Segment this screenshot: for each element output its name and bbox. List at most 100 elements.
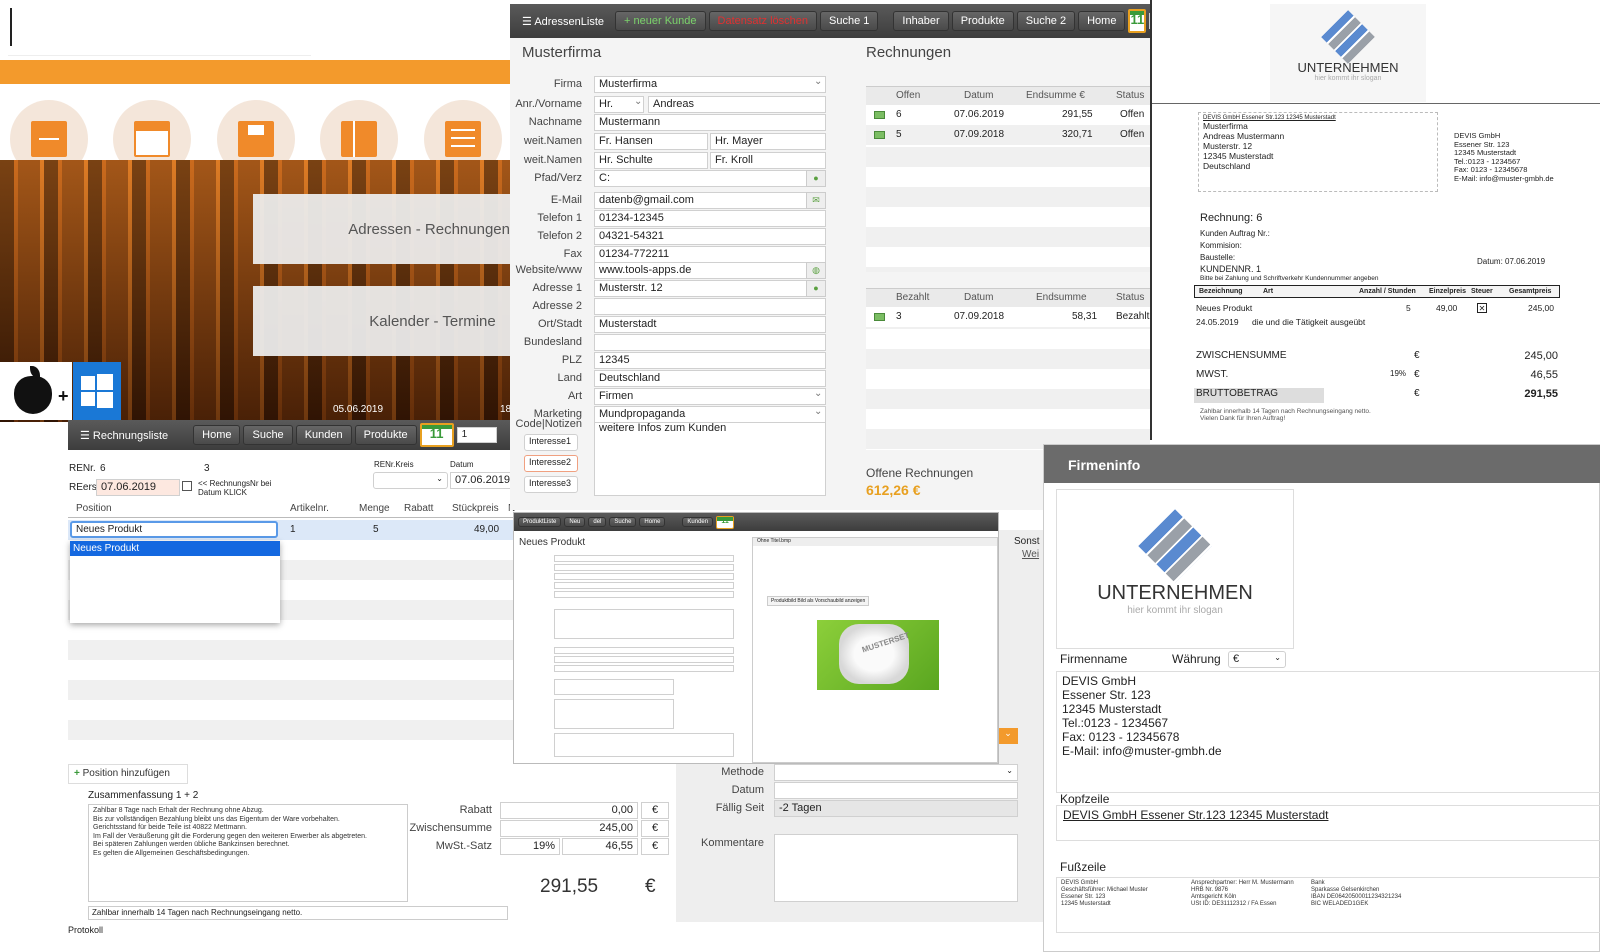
kopfzeile-field[interactable]: DEVIS GmbH Essener Str.123 12345 Musters… — [1056, 805, 1600, 841]
list-button[interactable]: ☰ Rechnungsliste — [72, 426, 176, 445]
datum-field[interactable]: 07.06.2019 — [450, 472, 514, 489]
chevron-down-icon[interactable]: ⌄ — [814, 76, 822, 87]
chevron-down-icon[interactable]: ⌄ — [814, 406, 822, 417]
field-input[interactable]: 01234-12345 — [594, 210, 826, 227]
field-input[interactable]: Musterstadt — [594, 316, 826, 333]
address-field[interactable]: DEVIS GmbH Essener Str. 123 12345 Muster… — [1056, 671, 1600, 793]
zwischensumme-field[interactable]: 245,00 — [500, 820, 638, 837]
chevron-down-icon[interactable]: ⌄ — [814, 388, 822, 399]
field-input[interactable]: Mundpropaganda — [594, 406, 826, 423]
notes-field[interactable] — [554, 733, 734, 757]
logo-box[interactable]: UNTERNEHMEN hier kommt ihr slogan — [1056, 489, 1294, 649]
position-dropdown[interactable]: Neues Produkt — [70, 541, 280, 623]
search2-button[interactable]: Suche 2 — [1016, 11, 1076, 31]
waehrung-select[interactable]: € ⌄ — [1228, 651, 1286, 668]
search1-button[interactable]: Suche 1 — [820, 11, 879, 31]
chevron-down-icon[interactable]: ⌄ — [634, 96, 642, 107]
field-input[interactable]: Fr. Hansen — [594, 133, 708, 150]
adressen-button[interactable]: Adressen - Rechnungen — [253, 194, 512, 264]
image-button[interactable]: Produktbild Bild als Vorschaubild anzeig… — [767, 596, 870, 606]
description-field[interactable] — [554, 609, 734, 639]
calendar-icon[interactable] — [182, 481, 192, 491]
folder-icon[interactable]: ● — [806, 170, 826, 187]
form-field[interactable] — [554, 582, 734, 589]
reers-field[interactable]: 07.06.2019 — [96, 479, 180, 496]
terms-text[interactable]: Zahlbar 8 Tage nach Erhalt der Rechnung … — [88, 804, 408, 902]
stock-field[interactable] — [554, 699, 674, 729]
apple-icon[interactable]: + — [0, 362, 72, 420]
form-field[interactable] — [554, 591, 734, 598]
home-button[interactable]: Home — [193, 425, 241, 445]
calendar-icon[interactable]: 11 — [1128, 9, 1147, 33]
field-input[interactable]: Musterstr. 12 — [594, 280, 826, 297]
search-box[interactable] — [8, 4, 311, 56]
mwst-rate-field[interactable]: 19% — [500, 838, 560, 855]
form-field[interactable] — [554, 555, 734, 562]
form-field[interactable] — [554, 573, 734, 580]
orange-toggle[interactable]: ⌄ — [998, 728, 1018, 744]
products-button[interactable]: Produkte — [951, 11, 1014, 31]
field-input[interactable]: Firmen — [594, 388, 826, 405]
field-input[interactable]: Musterfirma — [594, 76, 826, 93]
home-button[interactable]: Home — [639, 517, 666, 527]
calendar-icon[interactable]: 11 — [419, 423, 454, 447]
interesse1[interactable]: Interesse1 — [524, 434, 578, 451]
field-input-2[interactable]: Andreas — [648, 96, 826, 113]
datum-field[interactable] — [774, 782, 1018, 799]
form-field[interactable] — [554, 564, 734, 571]
field-input[interactable] — [594, 334, 826, 351]
field-input[interactable]: 12345 — [594, 352, 826, 369]
owner-button[interactable]: Inhaber — [893, 11, 949, 31]
customers-button[interactable]: Kunden — [295, 425, 352, 445]
field-input[interactable]: Hr. Schulte — [594, 152, 708, 169]
kalender-button[interactable]: Kalender - Termine — [253, 286, 512, 356]
field-input-2[interactable]: Hr. Mayer — [710, 133, 826, 150]
table-row[interactable]: 3 07.09.2018 58,31 Bezahlt — [866, 307, 1150, 327]
field-input[interactable] — [594, 298, 826, 315]
delete-button[interactable]: del — [588, 517, 607, 527]
form-field[interactable] — [554, 647, 734, 654]
renr-kreis-select[interactable]: ⌄ — [373, 472, 448, 489]
form-field[interactable] — [554, 656, 734, 663]
methode-select[interactable]: ⌄ — [774, 764, 1018, 781]
new-customer-button[interactable]: + neuer Kunde — [615, 11, 706, 31]
adressenliste-button[interactable]: ☰ AdressenListe — [514, 12, 612, 31]
globe-icon[interactable]: ◍ — [806, 262, 826, 279]
table-row[interactable]: 6 07.06.2019 291,55 Offen — [866, 105, 1150, 125]
home-button[interactable]: Home — [1078, 11, 1126, 31]
field-input[interactable]: datenb@gmail.com — [594, 192, 826, 209]
page-field[interactable]: 1 — [456, 427, 497, 443]
field-input[interactable]: C: — [594, 170, 826, 187]
mwst-field[interactable]: 46,55 — [562, 838, 638, 855]
search-button[interactable]: Suche — [609, 517, 637, 527]
field-input-2[interactable]: Fr. Kroll — [710, 152, 826, 169]
interesse3[interactable]: Interesse3 — [524, 476, 578, 493]
field-input[interactable]: www.tools-apps.de — [594, 262, 826, 279]
field-input[interactable]: 04321-54321 — [594, 228, 826, 245]
new-button[interactable]: Neu — [564, 517, 586, 527]
produktliste-button[interactable]: ProduktListe — [518, 517, 562, 527]
calendar-icon[interactable]: 11 — [716, 515, 735, 529]
envelope-icon[interactable]: ✉ — [806, 192, 826, 209]
position-input[interactable]: Neues Produkt — [70, 521, 278, 538]
table-row[interactable]: 5 07.09.2018 320,71 Offen — [866, 125, 1150, 145]
delete-button[interactable]: Datensatz löschen — [708, 11, 818, 31]
products-button[interactable]: Produkte — [354, 425, 417, 445]
search-button[interactable]: Suche — [243, 425, 293, 445]
field-input[interactable]: Deutschland — [594, 370, 826, 387]
dropdown-item[interactable]: Neues Produkt — [70, 541, 280, 556]
price-field[interactable] — [554, 679, 674, 695]
rabatt-field[interactable]: 0,00 — [500, 802, 638, 819]
interesse2[interactable]: Interesse2 — [524, 455, 578, 472]
customers-button[interactable]: Kunden — [682, 517, 714, 527]
field-input[interactable]: Mustermann — [594, 114, 826, 131]
windows-icon[interactable] — [73, 362, 121, 420]
fusszeile-field[interactable]: DEVIS GmbH Geschäftsführer: Michael Must… — [1056, 877, 1600, 933]
form-field[interactable] — [554, 665, 734, 672]
add-position-button[interactable]: + Position hinzufügen — [68, 764, 188, 784]
wei-link[interactable]: Wei — [1022, 549, 1039, 560]
kommentare-field[interactable] — [774, 834, 1018, 902]
field-input[interactable]: 01234-772211 — [594, 246, 826, 263]
map-pin-icon[interactable]: ● — [806, 280, 826, 297]
notes-field[interactable]: weitere Infos zum Kunden — [594, 420, 826, 496]
